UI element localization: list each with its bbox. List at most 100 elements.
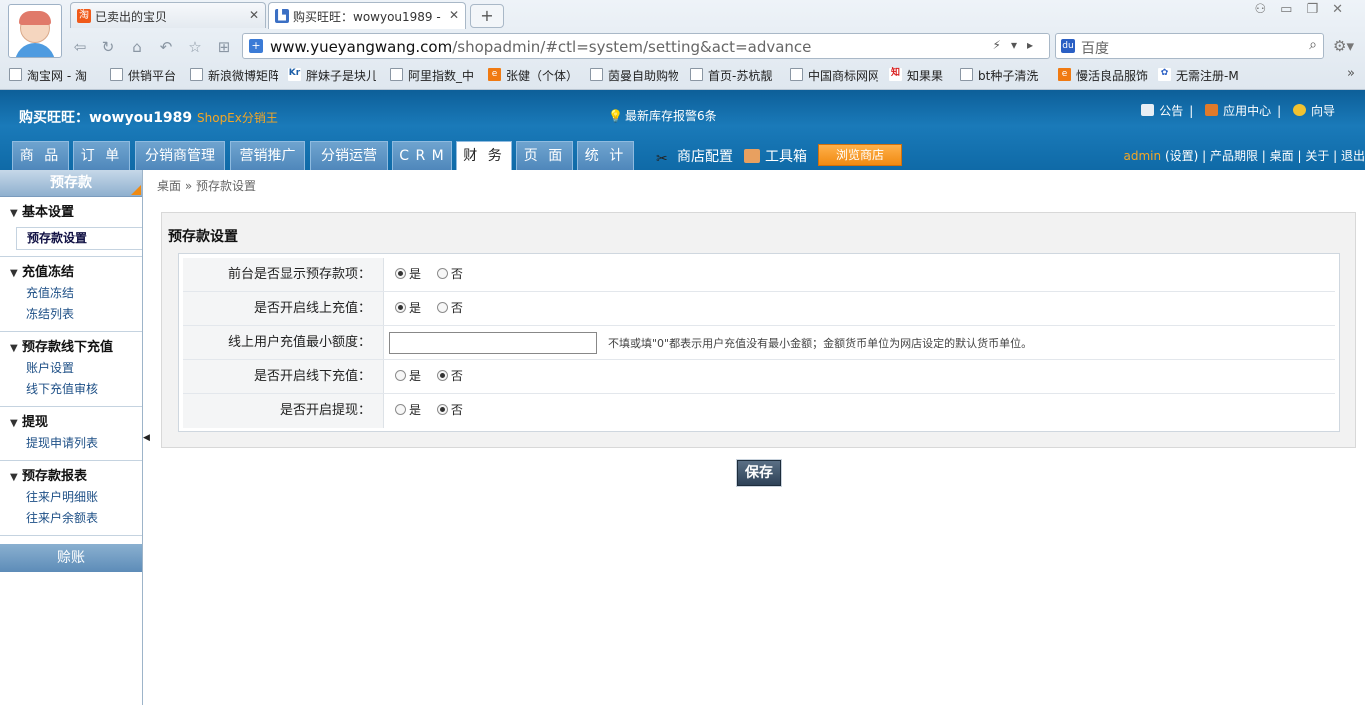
- sidebar-group-header[interactable]: ▼ 充值冻结: [0, 263, 142, 283]
- sidebar: 预存款 ▼ 基本设置 预存款设置 ▼ 充值冻结 充值冻结 冻结列表 ▼ 预存款线下充值…: [0, 170, 143, 705]
- undo-icon[interactable]: ↶: [156, 38, 176, 56]
- stock-notice[interactable]: 💡 最新库存报警6条: [608, 107, 717, 124]
- sidebar-credit-section[interactable]: 赊账: [0, 544, 142, 572]
- tab-orders[interactable]: 订 单: [73, 141, 130, 170]
- browser-chrome: 淘 已卖出的宝贝 ✕ ▙ 购买旺旺：wowyou1989 - ✕ + ⚇▭❐✕ …: [0, 0, 1365, 90]
- bookmark-item[interactable]: bt种子清洗: [960, 67, 1048, 84]
- bookmark-item[interactable]: 首页-苏杭靓: [690, 67, 778, 84]
- sidebar-group-header[interactable]: ▼ 预存款线下充值: [0, 338, 142, 358]
- tab-products[interactable]: 商 品: [12, 141, 69, 170]
- home-icon[interactable]: ⌂: [127, 38, 147, 56]
- settings-form: 前台是否显示预存款项： 是 否 是否开启线上充值： 是 否 线上用户充值最小额度…: [178, 253, 1340, 432]
- sidebar-item-deposit-settings[interactable]: 预存款设置: [16, 227, 142, 250]
- back-icon[interactable]: ⇦: [70, 38, 90, 56]
- close-icon[interactable]: ✕: [249, 8, 259, 22]
- announcement-link[interactable]: 公告: [1141, 104, 1183, 118]
- sidebar-item-withdraw-list[interactable]: 提现申请列表: [0, 433, 142, 454]
- sidebar-group-header[interactable]: ▼ 基本设置: [0, 203, 142, 223]
- bookmark-item[interactable]: 供销平台: [110, 67, 184, 84]
- close-icon[interactable]: ✕: [449, 8, 459, 22]
- shopex-logo: ShopEx分销王: [197, 111, 278, 125]
- window-controls[interactable]: ⚇▭❐✕: [1255, 2, 1357, 17]
- admin-links[interactable]: admin (设置) | 产品期限 | 桌面 | 关于 | 退出: [1124, 147, 1365, 164]
- tab-label: 购买旺旺：wowyou1989 -: [293, 10, 441, 24]
- radio-no[interactable]: 否: [436, 301, 463, 315]
- search-icon[interactable]: ⌕: [1309, 37, 1317, 53]
- tab-crm[interactable]: C R M: [392, 141, 452, 170]
- browse-store-button[interactable]: 浏览商店: [818, 144, 902, 166]
- tab-marketing[interactable]: 营销推广: [230, 141, 305, 170]
- form-row-online-recharge: 是否开启线上充值： 是 否: [183, 292, 1335, 326]
- radio-no[interactable]: 否: [436, 403, 463, 417]
- radio-unchecked-icon: [395, 370, 406, 381]
- bookmark-item[interactable]: 淘宝网 - 淘: [9, 67, 101, 84]
- toolbox-icon: [744, 149, 760, 163]
- sidebar-item-ledger-detail[interactable]: 往来户明细账: [0, 487, 142, 508]
- bookmark-item[interactable]: 知知果果: [889, 67, 949, 84]
- bookmark-item[interactable]: Kr 胖妹子是块儿: [288, 67, 376, 84]
- breadcrumb[interactable]: 桌面 » 预存款设置: [157, 177, 256, 194]
- bookmark-item[interactable]: 茵曼自助购物: [590, 67, 678, 84]
- radio-yes[interactable]: 是: [395, 403, 421, 417]
- bookmark-item[interactable]: e 慢活良品服饰: [1058, 67, 1148, 84]
- radio-yes[interactable]: 是: [395, 369, 421, 383]
- star-icon[interactable]: ☆: [185, 38, 205, 56]
- chevron-down-icon: ▼: [10, 472, 18, 483]
- kr-icon: Kr: [288, 68, 301, 81]
- sidebar-item-ledger-balance[interactable]: 往来户余额表: [0, 508, 142, 529]
- browser-tab-current[interactable]: ▙ 购买旺旺：wowyou1989 - ✕: [268, 2, 466, 29]
- form-row-show-deposit: 前台是否显示预存款项： 是 否: [183, 258, 1335, 292]
- tab-finance[interactable]: 财 务: [456, 141, 512, 170]
- radio-no[interactable]: 否: [436, 369, 463, 383]
- sidebar-item-recharge-freeze[interactable]: 充值冻结: [0, 283, 142, 304]
- bookmarks-more[interactable]: »: [1347, 66, 1355, 81]
- alibaba-icon: e: [1058, 68, 1071, 81]
- browser-tab-sold-items[interactable]: 淘 已卖出的宝贝 ✕: [70, 2, 266, 28]
- sidebar-item-account-settings[interactable]: 账户设置: [0, 358, 142, 379]
- refresh-icon[interactable]: ↻: [98, 38, 118, 56]
- sidebar-title: 预存款: [0, 170, 142, 197]
- radio-yes[interactable]: 是: [395, 301, 421, 315]
- paw-icon: ✿: [1158, 68, 1171, 81]
- page-icon: [190, 68, 203, 81]
- bulb-icon: 💡: [608, 109, 623, 123]
- radio-yes[interactable]: 是: [395, 267, 421, 281]
- chevron-down-icon: ▼: [10, 343, 18, 354]
- admin-header: 购买旺旺：wowyou1989 ShopEx分销王 💡 最新库存报警6条 公告 | …: [0, 90, 1365, 170]
- app-center-link[interactable]: 应用中心: [1205, 104, 1271, 118]
- guide-link[interactable]: 向导: [1292, 104, 1335, 118]
- guide-icon: [1292, 104, 1306, 116]
- sidebar-group-header[interactable]: ▼ 预存款报表: [0, 467, 142, 487]
- bookmark-item[interactable]: 新浪微博矩阵: [190, 67, 278, 84]
- bookmark-item[interactable]: 阿里指数_中: [390, 67, 476, 84]
- chevron-down-icon: ▼: [10, 268, 18, 279]
- toolbox-link[interactable]: 工具箱: [744, 146, 807, 166]
- tab-distribution-ops[interactable]: 分销运营: [310, 141, 388, 170]
- bookmark-item[interactable]: ✿ 无需注册-M: [1158, 67, 1250, 84]
- url-actions[interactable]: ⚡▾▸: [993, 38, 1043, 52]
- bookmark-item[interactable]: e 张健（个体）: [488, 67, 578, 84]
- page-icon: [590, 68, 603, 81]
- min-recharge-input[interactable]: [389, 332, 597, 354]
- bookmark-item[interactable]: 中国商标网网: [790, 67, 878, 84]
- tab-pages[interactable]: 页 面: [516, 141, 573, 170]
- shop-config-link[interactable]: ✂ 商店配置: [656, 146, 733, 167]
- radio-no[interactable]: 否: [436, 267, 463, 281]
- grid-icon[interactable]: ⊞: [214, 38, 234, 56]
- sidebar-group-header[interactable]: ▼ 提现: [0, 413, 142, 433]
- admin-user[interactable]: admin: [1124, 149, 1162, 163]
- save-button[interactable]: 保存: [737, 460, 781, 486]
- user-avatar[interactable]: [8, 4, 62, 58]
- new-tab-button[interactable]: +: [470, 4, 504, 28]
- sidebar-item-freeze-list[interactable]: 冻结列表: [0, 304, 142, 325]
- address-bar[interactable]: + www.yueyangwang.com/shopadmin/#ctl=sys…: [242, 33, 1050, 59]
- field-hint: 不填或填"0"都表示用户充值没有最小金额；金额货币单位为网店设定的默认货币单位。: [608, 337, 1033, 350]
- search-box[interactable]: du 百度 ⌕: [1055, 33, 1324, 59]
- tab-distributors[interactable]: 分销商管理: [135, 141, 225, 170]
- tools-icon[interactable]: ⚙▾: [1333, 37, 1354, 55]
- radio-unchecked-icon: [395, 404, 406, 415]
- page-icon: [690, 68, 703, 81]
- tab-stats[interactable]: 统 计: [577, 141, 634, 170]
- url-text[interactable]: www.yueyangwang.com/shopadmin/#ctl=syste…: [270, 38, 811, 56]
- sidebar-item-offline-review[interactable]: 线下充值审核: [0, 379, 142, 400]
